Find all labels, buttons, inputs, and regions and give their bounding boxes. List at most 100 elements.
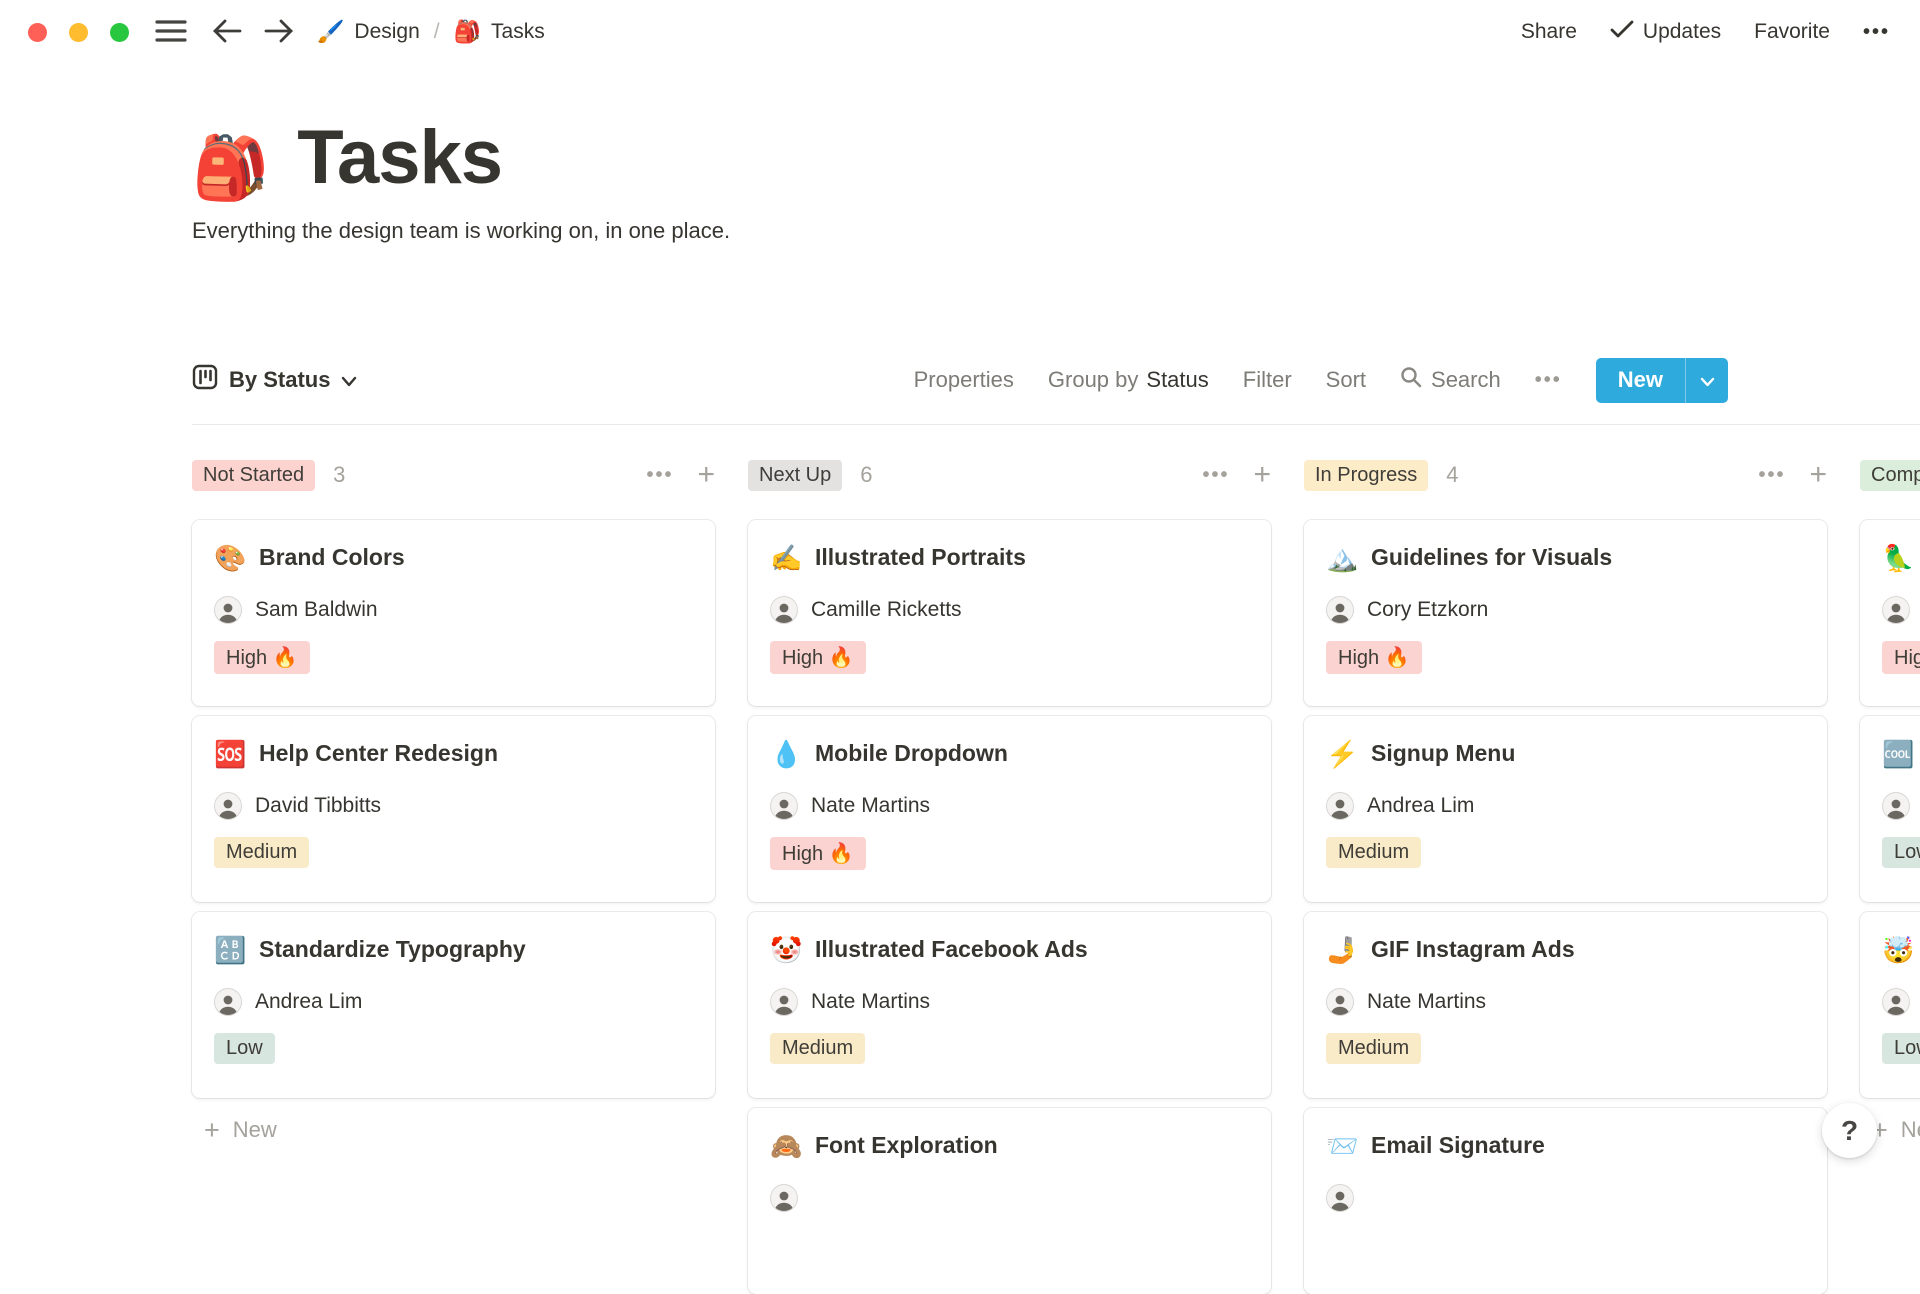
- column-status-badge[interactable]: Completed: [1860, 459, 1920, 491]
- view-more-button[interactable]: •••: [1535, 369, 1562, 392]
- avatar: [1326, 1184, 1354, 1212]
- task-card[interactable]: 🤡 Illustrated Facebook Ads Nate Martins …: [748, 912, 1271, 1098]
- priority-badge: High 🔥: [214, 641, 310, 674]
- task-card[interactable]: ⚡ Signup Menu Andrea Lim Medium: [1304, 716, 1827, 902]
- card-title: Brand Colors: [259, 544, 405, 570]
- card-title: Email Signature: [1371, 1132, 1545, 1158]
- see-no-evil-monkey-icon: 🙈: [770, 1130, 803, 1161]
- column-status-badge[interactable]: Not Started: [192, 459, 316, 491]
- task-card[interactable]: 🆘 Help Center Redesign David Tibbitts Me…: [192, 716, 715, 902]
- avatar: [1326, 596, 1354, 624]
- assignee-name: David Tibbitts: [255, 794, 382, 817]
- priority-badge: High 🔥: [770, 641, 866, 674]
- new-button[interactable]: New: [1596, 358, 1685, 403]
- kanban-board: Not Started 3 ••• + 🎨 Brand Colors Sam B…: [192, 458, 1920, 1294]
- zoom-window-button[interactable]: [110, 22, 129, 42]
- task-card[interactable]: 🤳 GIF Instagram Ads Nate Martins Medium: [1304, 912, 1827, 1098]
- assignee-name: Sam Baldwin: [255, 598, 378, 621]
- avatar: [214, 988, 242, 1016]
- breadcrumb-item-tasks[interactable]: 🎒 Tasks: [454, 20, 545, 44]
- avatar: [1882, 988, 1910, 1016]
- column-add-button[interactable]: +: [1809, 460, 1827, 490]
- card-title: Guidelines for Visuals: [1371, 544, 1613, 570]
- exploding-head-icon: 🤯: [1882, 934, 1915, 965]
- task-card[interactable]: 🔠 Standardize Typography Andrea Lim Low: [192, 912, 715, 1098]
- add-card-button[interactable]: + New: [192, 1110, 715, 1150]
- card-title: GIF Instagram Ads: [1371, 936, 1575, 962]
- task-card[interactable]: 🎨 Brand Colors Sam Baldwin High 🔥: [192, 520, 715, 706]
- column-add-button[interactable]: +: [1253, 460, 1271, 490]
- checkmark-icon: [1610, 19, 1634, 45]
- priority-badge: Medium: [770, 1033, 866, 1064]
- card-title: Signup Menu: [1371, 740, 1516, 766]
- column-status-badge[interactable]: Next Up: [748, 459, 843, 491]
- task-card[interactable]: 🙈 Font Exploration: [748, 1108, 1271, 1294]
- task-card[interactable]: 💧 Mobile Dropdown Nate Martins High 🔥: [748, 716, 1271, 902]
- chevron-down-icon: [1700, 367, 1715, 393]
- sidebar-menu-button[interactable]: [155, 18, 187, 47]
- back-button[interactable]: [211, 17, 243, 48]
- search-button[interactable]: Search: [1400, 366, 1501, 394]
- paintbrush-icon: 🖌️: [317, 19, 345, 44]
- writing-hand-icon: ✍️: [770, 542, 803, 573]
- arrow-left-icon: [211, 17, 243, 48]
- view-switcher-by-status[interactable]: By Status: [192, 364, 357, 396]
- more-menu-button[interactable]: •••: [1863, 21, 1890, 44]
- column-more-button[interactable]: •••: [1202, 464, 1229, 487]
- arrow-right-icon: [263, 17, 295, 48]
- card-title: Mobile Dropdown: [815, 740, 1008, 766]
- window-topbar: 🖌️ Design / 🎒 Tasks Share Updates Favori…: [0, 0, 1920, 64]
- avatar: [1882, 596, 1910, 624]
- card-title: Illustrated Facebook Ads: [815, 936, 1088, 962]
- new-dropdown-button[interactable]: [1686, 358, 1728, 403]
- plus-icon: +: [204, 1114, 220, 1145]
- task-card[interactable]: ✍️ Illustrated Portraits Camille Rickett…: [748, 520, 1271, 706]
- breadcrumb-separator: /: [433, 20, 440, 43]
- abcd-input-icon: 🔠: [214, 934, 247, 965]
- share-button[interactable]: Share: [1521, 20, 1577, 44]
- new-button-group: New: [1595, 357, 1728, 403]
- sort-button[interactable]: Sort: [1326, 367, 1366, 393]
- card-title: Standardize Typography: [259, 936, 526, 962]
- avatar: [214, 792, 242, 820]
- updates-button[interactable]: Updates: [1610, 19, 1721, 45]
- priority-badge: Low: [1882, 1033, 1920, 1064]
- droplet-icon: 💧: [770, 738, 803, 769]
- column-add-button[interactable]: +: [697, 460, 715, 490]
- minimize-window-button[interactable]: [69, 22, 88, 42]
- priority-badge: High 🔥: [770, 837, 866, 870]
- breadcrumb-label: Design: [354, 20, 420, 43]
- favorite-button[interactable]: Favorite: [1754, 20, 1830, 44]
- priority-badge: Medium: [214, 837, 310, 868]
- column-count: 6: [860, 462, 873, 487]
- column-more-button[interactable]: •••: [646, 464, 673, 487]
- assignee-name: Andrea Lim: [1367, 794, 1475, 817]
- close-window-button[interactable]: [28, 22, 47, 42]
- column-count: 4: [1446, 462, 1459, 487]
- group-by-button[interactable]: Group by Status: [1048, 367, 1209, 393]
- group-by-value: Status: [1146, 367, 1209, 392]
- avatar: [770, 1184, 798, 1212]
- column-more-button[interactable]: •••: [1758, 464, 1785, 487]
- help-button[interactable]: ?: [1822, 1103, 1877, 1158]
- forward-button[interactable]: [263, 17, 295, 48]
- task-card[interactable]: 🦜 U C High 🔥: [1860, 520, 1920, 706]
- task-card[interactable]: 🤯 H N Low: [1860, 912, 1920, 1098]
- avatar: [1326, 792, 1354, 820]
- group-by-label: Group by: [1047, 367, 1139, 392]
- avatar: [1326, 988, 1354, 1016]
- properties-button[interactable]: Properties: [914, 367, 1014, 393]
- palette-icon: 🎨: [214, 542, 247, 573]
- board-column-completed: Completed ••• + 🦜 U C High 🔥: [1860, 458, 1920, 1294]
- task-card[interactable]: 🏔️ Guidelines for Visuals Cory Etzkorn H…: [1304, 520, 1827, 706]
- avatar: [214, 596, 242, 624]
- task-card[interactable]: 📨 Email Signature: [1304, 1108, 1827, 1294]
- task-card[interactable]: 🆒 B A Low: [1860, 716, 1920, 902]
- column-status-badge[interactable]: In Progress: [1304, 459, 1429, 491]
- page-icon-backpack[interactable]: 🎒: [192, 137, 269, 200]
- breadcrumb-item-design[interactable]: 🖌️ Design: [317, 20, 420, 44]
- updates-label: Updates: [1642, 20, 1722, 43]
- filter-button[interactable]: Filter: [1243, 367, 1292, 393]
- page-description[interactable]: Everything the design team is working on…: [192, 218, 730, 244]
- page-title[interactable]: Tasks: [297, 116, 503, 200]
